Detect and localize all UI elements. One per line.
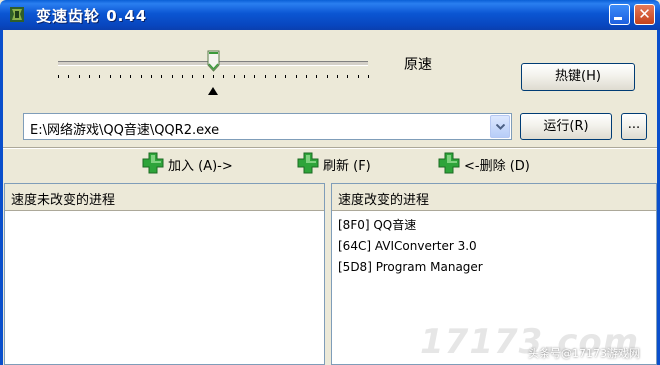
watermark-note: 头条号@17173游戏网 <box>528 347 640 360</box>
slider-tick <box>337 75 338 78</box>
list-header: 速度未改变的进程 <box>5 184 324 211</box>
speed-label: 原速 <box>404 57 432 73</box>
minimize-icon <box>614 17 622 20</box>
window-title: 变速齿轮 0.44 <box>36 7 148 25</box>
process-path-value: E:\网络游戏\QQ音速\QQR2.exe <box>30 123 220 138</box>
process-path-combo[interactable]: E:\网络游戏\QQ音速\QQR2.exe <box>23 113 512 140</box>
plus-icon <box>297 152 319 174</box>
slider-tick <box>140 75 142 78</box>
slider-tick <box>213 75 214 78</box>
add-process-button[interactable]: 加入 (A)-> <box>142 152 252 176</box>
list-item[interactable]: [64C] AVIConverter 3.0 <box>338 236 656 257</box>
browse-button[interactable]: ... <box>621 113 647 140</box>
slider-tick <box>120 75 121 78</box>
slider-tick <box>89 75 90 78</box>
slider-tick <box>285 75 287 78</box>
title-bar[interactable]: 变速齿轮 0.44 ✕ <box>0 0 660 30</box>
unchanged-process-list[interactable]: 速度未改变的进程 <box>4 183 325 365</box>
changed-list-body: [8F0] QQ音速 [64C] AVIConverter 3.0 [5D8] … <box>332 211 656 278</box>
list-header: 速度改变的进程 <box>332 184 656 211</box>
slider-tick <box>202 75 204 78</box>
slider-tick <box>244 75 245 78</box>
combo-dropdown-button[interactable] <box>490 115 510 138</box>
normal-speed-marker <box>208 87 218 95</box>
slider-tick <box>368 75 369 78</box>
slider-tick <box>130 75 132 78</box>
minimize-button[interactable] <box>609 4 630 25</box>
slider-tick <box>295 75 297 78</box>
slider-tick <box>171 75 173 78</box>
speed-slider[interactable] <box>50 40 380 100</box>
slider-tick <box>254 75 256 78</box>
slider-tick <box>182 75 183 78</box>
chevron-down-icon <box>496 124 505 130</box>
slider-tick <box>68 75 70 78</box>
divider <box>3 147 657 149</box>
slider-thumb[interactable] <box>207 50 220 72</box>
slider-tick <box>78 75 80 78</box>
slider-tick <box>316 75 318 78</box>
slider-tick <box>326 75 328 78</box>
slider-tick <box>347 75 349 78</box>
slider-tick <box>357 75 359 78</box>
slider-tick <box>233 75 235 78</box>
slider-tick <box>306 75 307 78</box>
refresh-button[interactable]: 刷新 (F) <box>297 152 397 176</box>
slider-tick <box>161 75 163 78</box>
add-label: 加入 (A)-> <box>168 159 233 174</box>
close-icon: ✕ <box>638 5 651 23</box>
remove-process-button[interactable]: <-删除 (D) <box>438 152 548 176</box>
list-item[interactable]: [5D8] Program Manager <box>338 257 656 278</box>
changed-list-title: 速度改变的进程 <box>338 193 430 208</box>
slider-tick <box>223 75 225 78</box>
run-button[interactable]: 运行(R) <box>520 113 612 140</box>
refresh-label: 刷新 (F) <box>323 159 371 174</box>
slider-tick <box>109 75 111 78</box>
unchanged-list-body <box>5 211 324 215</box>
gear-app-icon <box>10 7 24 22</box>
slider-tick <box>192 75 194 78</box>
slider-tick <box>264 75 266 78</box>
close-button[interactable]: ✕ <box>634 4 655 25</box>
plus-icon <box>438 152 460 174</box>
window-frame-left <box>0 30 3 365</box>
slider-tick <box>151 75 152 78</box>
list-item[interactable]: [8F0] QQ音速 <box>338 215 656 236</box>
unchanged-list-title: 速度未改变的进程 <box>11 193 116 208</box>
slider-tick <box>58 75 59 78</box>
hotkey-button[interactable]: 热键(H) <box>521 63 635 91</box>
slider-tick <box>275 75 276 78</box>
slider-tick <box>99 75 101 78</box>
remove-label: <-删除 (D) <box>464 159 530 174</box>
plus-icon <box>142 152 164 174</box>
